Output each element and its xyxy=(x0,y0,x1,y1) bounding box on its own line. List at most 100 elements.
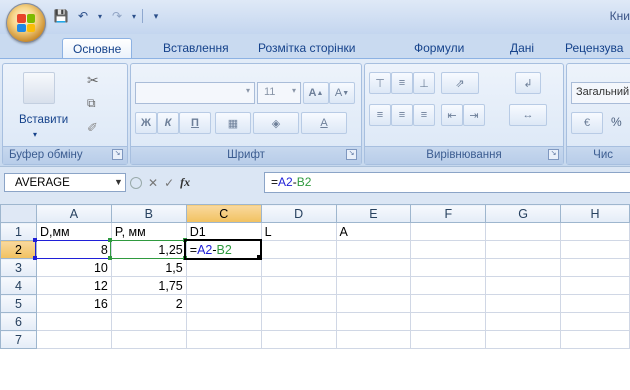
cell-c3[interactable] xyxy=(185,258,262,277)
cell-b2[interactable]: 1,25 xyxy=(110,240,187,259)
cell-b5[interactable]: 2 xyxy=(110,294,187,313)
italic-button[interactable]: К xyxy=(157,112,179,134)
cell-g4[interactable] xyxy=(485,276,562,295)
number-format-combo[interactable]: Загальний xyxy=(571,82,630,104)
dropdown-icon[interactable]: ▾ xyxy=(130,7,138,25)
column-header-e[interactable]: E xyxy=(335,204,412,223)
dropdown-icon[interactable]: ▾ xyxy=(96,7,104,25)
cell-g5[interactable] xyxy=(485,294,562,313)
font-launcher-icon[interactable]: ↘ xyxy=(346,149,357,160)
redo-icon[interactable]: ↷ xyxy=(108,7,126,25)
cell-f5[interactable] xyxy=(410,294,487,313)
align-top-icon[interactable]: ⊤ xyxy=(369,72,391,94)
row-header-6[interactable]: 6 xyxy=(0,312,37,331)
align-right-icon[interactable]: ≡ xyxy=(413,104,435,126)
cell-f3[interactable] xyxy=(410,258,487,277)
undo-icon[interactable]: ↶ xyxy=(74,7,92,25)
cell-b3[interactable]: 1,5 xyxy=(110,258,187,277)
cell-d6[interactable] xyxy=(260,312,337,331)
column-header-c[interactable]: C xyxy=(185,204,262,223)
font-color-button[interactable]: A xyxy=(301,112,347,134)
row-header-4[interactable]: 4 xyxy=(0,276,37,295)
cell-h3[interactable] xyxy=(560,258,630,277)
cell-f1[interactable] xyxy=(410,222,487,241)
bold-button[interactable]: Ж xyxy=(135,112,157,134)
column-header-f[interactable]: F xyxy=(410,204,487,223)
cell-d4[interactable] xyxy=(260,276,337,295)
fill-handle[interactable] xyxy=(257,254,263,260)
cell-a4[interactable]: 12 xyxy=(35,276,112,295)
cell-e5[interactable] xyxy=(335,294,412,313)
cell-g2[interactable] xyxy=(485,240,562,259)
tab-formulas[interactable]: Формули xyxy=(414,38,464,58)
increase-indent-icon[interactable]: ⇥ xyxy=(463,104,485,126)
currency-icon[interactable]: € xyxy=(571,112,603,134)
cell-e2[interactable] xyxy=(335,240,412,259)
align-center-icon[interactable]: ≡ xyxy=(391,104,413,126)
row-header-2[interactable]: 2 xyxy=(0,240,37,259)
cell-c2[interactable]: =A2-B2 xyxy=(185,240,262,259)
tab-data[interactable]: Дані xyxy=(510,38,534,58)
cell-a1[interactable]: D,мм xyxy=(35,222,112,241)
paste-icon[interactable] xyxy=(23,72,55,104)
cell-d5[interactable] xyxy=(260,294,337,313)
paste-button[interactable]: Вставити xyxy=(19,114,68,126)
reference-handle[interactable] xyxy=(108,237,113,242)
paste-dropdown-icon[interactable]: ▾ xyxy=(33,130,37,139)
tab-page-layout[interactable]: Розмітка сторінки xyxy=(258,38,355,58)
column-header-g[interactable]: G xyxy=(485,204,562,223)
cell-g1[interactable] xyxy=(485,222,562,241)
merge-center-icon[interactable]: ↔ xyxy=(509,104,547,126)
column-header-h[interactable]: H xyxy=(560,204,630,223)
cell-d3[interactable] xyxy=(260,258,337,277)
cell-e7[interactable] xyxy=(335,330,412,349)
cell-h1[interactable] xyxy=(560,222,630,241)
tab-review[interactable]: Рецензува xyxy=(565,38,623,58)
cell-a5[interactable]: 16 xyxy=(35,294,112,313)
clipboard-launcher-icon[interactable]: ↘ xyxy=(112,149,123,160)
office-button[interactable] xyxy=(6,3,46,43)
cell-b7[interactable] xyxy=(110,330,187,349)
font-size-combo[interactable]: 11 ▾ xyxy=(257,82,301,104)
cell-f6[interactable] xyxy=(410,312,487,331)
underline-button[interactable]: П xyxy=(179,112,211,134)
grow-font-button[interactable]: A ▲ xyxy=(303,82,329,104)
cell-b6[interactable] xyxy=(110,312,187,331)
cell-g6[interactable] xyxy=(485,312,562,331)
name-box[interactable]: AVERAGE xyxy=(4,173,126,192)
customize-qat-icon[interactable]: ▾ xyxy=(147,7,165,25)
cell-e3[interactable] xyxy=(335,258,412,277)
cell-h7[interactable] xyxy=(560,330,630,349)
select-all-corner[interactable] xyxy=(0,204,37,223)
cell-h2[interactable] xyxy=(560,240,630,259)
copy-icon[interactable]: ⧉ xyxy=(87,96,96,111)
cell-f7[interactable] xyxy=(410,330,487,349)
wrap-text-icon[interactable]: ↲ xyxy=(515,72,541,94)
align-bottom-icon[interactable]: ⊥ xyxy=(413,72,435,94)
cut-icon[interactable]: ✂ xyxy=(87,72,99,89)
percent-button[interactable]: % xyxy=(611,115,622,129)
cell-c6[interactable] xyxy=(185,312,262,331)
cell-a6[interactable] xyxy=(35,312,112,331)
column-header-a[interactable]: A xyxy=(35,204,112,223)
cell-e1[interactable]: A xyxy=(335,222,412,241)
cell-g3[interactable] xyxy=(485,258,562,277)
shrink-font-button[interactable]: A ▼ xyxy=(329,82,355,104)
save-icon[interactable]: 💾 xyxy=(52,7,70,25)
cell-a7[interactable] xyxy=(35,330,112,349)
reference-handle[interactable] xyxy=(108,255,113,260)
cell-g7[interactable] xyxy=(485,330,562,349)
cell-c5[interactable] xyxy=(185,294,262,313)
row-header-3[interactable]: 3 xyxy=(0,258,37,277)
tab-home[interactable]: Основне xyxy=(62,38,133,59)
name-box-dropdown-icon[interactable]: ▼ xyxy=(114,173,123,192)
cell-f4[interactable] xyxy=(410,276,487,295)
cell-a2[interactable]: 8 xyxy=(35,240,112,259)
reference-handle[interactable] xyxy=(33,237,38,242)
cell-b4[interactable]: 1,75 xyxy=(110,276,187,295)
cell-d7[interactable] xyxy=(260,330,337,349)
font-name-combo[interactable]: ▾ xyxy=(135,82,255,104)
align-middle-icon[interactable]: ≡ xyxy=(391,72,413,94)
enter-check-icon[interactable]: ✓ xyxy=(164,176,174,190)
cell-c4[interactable] xyxy=(185,276,262,295)
